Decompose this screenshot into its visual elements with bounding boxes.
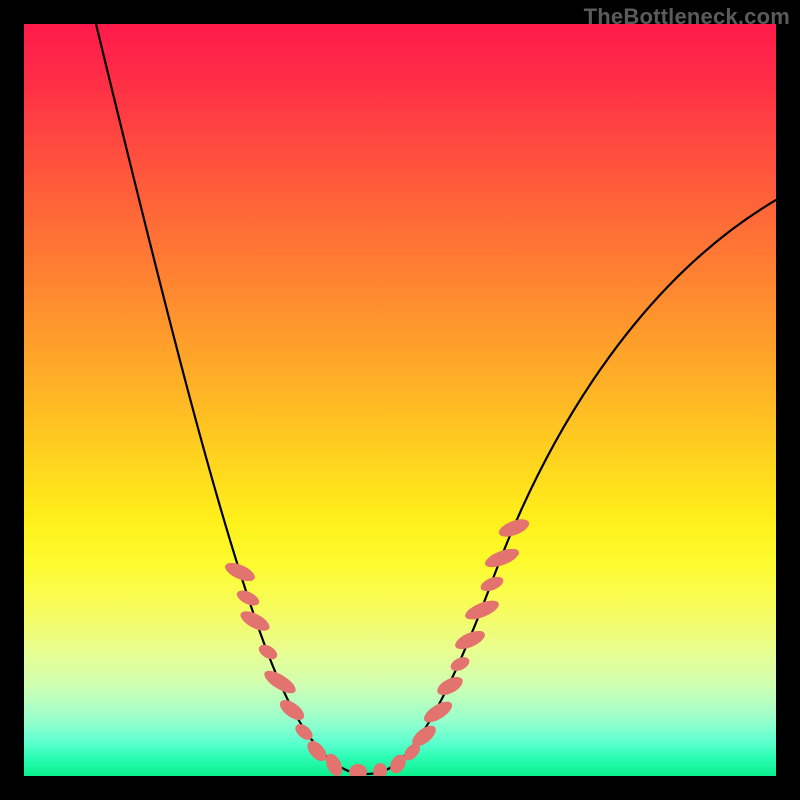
beads-right-group [387, 516, 532, 776]
bead [434, 673, 465, 699]
chart-plot-area [24, 24, 776, 776]
beads-left-group [223, 559, 389, 776]
bead [235, 587, 262, 608]
bead [277, 696, 308, 724]
bead [497, 516, 532, 541]
bead [256, 642, 279, 662]
bead [483, 545, 522, 571]
bead [421, 698, 456, 727]
chart-overlay-svg [24, 24, 776, 776]
bead [448, 654, 471, 674]
bead [261, 667, 299, 698]
bead [372, 762, 389, 776]
bead [238, 607, 273, 634]
bead [348, 763, 368, 776]
bead [479, 574, 506, 594]
bead [223, 559, 258, 585]
bead [453, 627, 488, 653]
bead [463, 597, 502, 623]
bottleneck-curve [96, 24, 776, 774]
chart-frame: TheBottleneck.com [0, 0, 800, 800]
